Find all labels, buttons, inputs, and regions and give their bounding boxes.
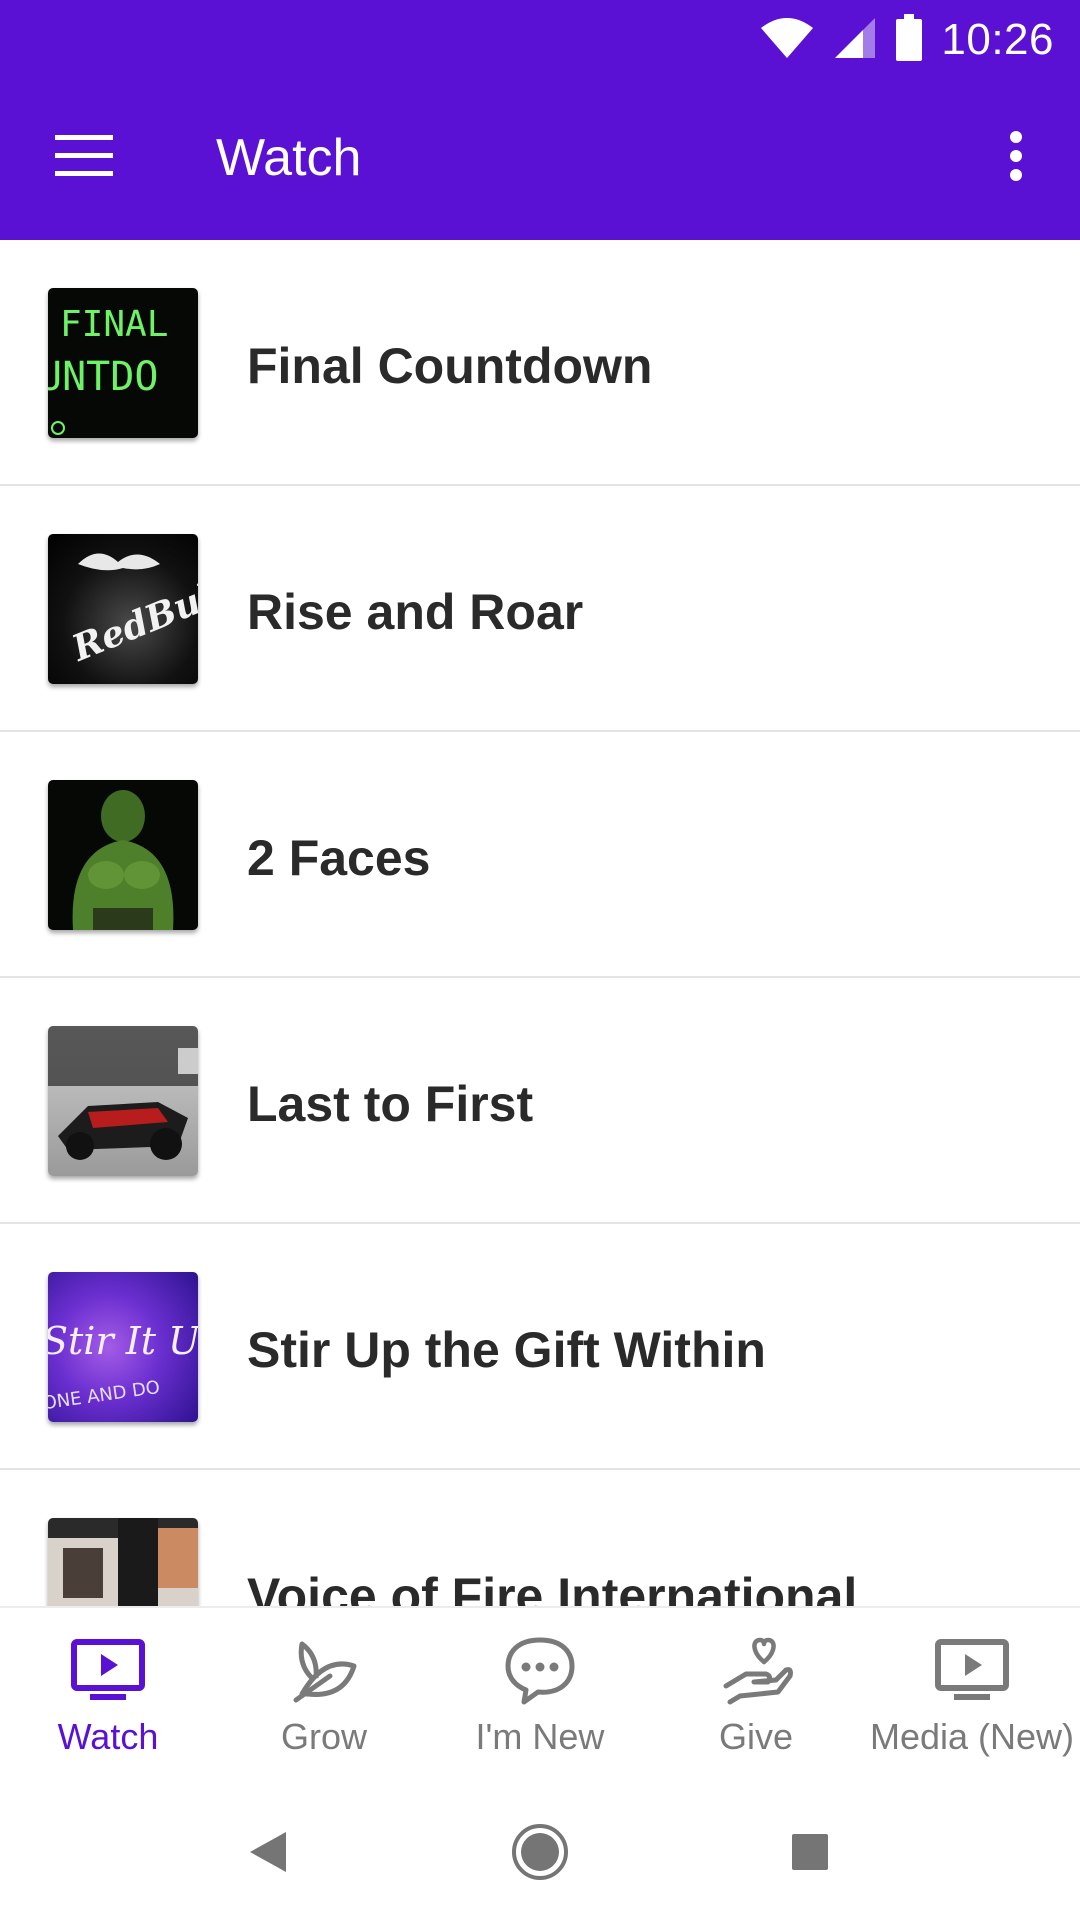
overflow-menu-button[interactable] — [986, 118, 1046, 198]
menu-button[interactable] — [46, 120, 122, 196]
battery-icon — [895, 13, 923, 67]
list-item-title: Voice of Fire International — [247, 1568, 858, 1606]
chat-bubble-icon — [500, 1636, 580, 1706]
thumb-text-line-1: Stir It UP — [48, 1319, 198, 1363]
list-item-final-countdown[interactable]: FINAL UNTDO Final Countdown — [0, 240, 1080, 486]
nav-label: Give — [718, 1716, 794, 1757]
thumbnail-rise-and-roar: RedBull — [48, 534, 198, 684]
system-navigation-bar — [0, 1788, 1080, 1920]
back-button[interactable] — [228, 1814, 308, 1894]
list-item-rise-and-roar[interactable]: RedBull Rise and Roar — [0, 486, 1080, 732]
thumb-text: RedBull — [65, 570, 198, 670]
hand-heart-icon — [716, 1636, 796, 1706]
cellular-signal-icon — [833, 16, 877, 65]
list-item-title: Final Countdown — [247, 338, 653, 394]
list-item-2-faces[interactable]: 2 Faces — [0, 732, 1080, 978]
home-button[interactable] — [500, 1814, 580, 1894]
thumbnail-2-faces — [48, 780, 198, 930]
recents-button[interactable] — [770, 1814, 850, 1894]
nav-tab-watch[interactable]: Watch — [0, 1608, 216, 1790]
list-item-voice-of-fire[interactable]: Voice of Fire International — [0, 1470, 1080, 1606]
status-icons: 10:26 — [759, 10, 1054, 70]
back-triangle-icon — [246, 1828, 290, 1881]
app-bar: Watch — [0, 78, 1080, 240]
nav-label: Grow — [280, 1716, 367, 1757]
tv-play-icon — [68, 1636, 148, 1706]
list-item-title: 2 Faces — [247, 830, 431, 886]
nav-label: Watch — [57, 1716, 159, 1757]
tv-play-icon — [932, 1636, 1012, 1706]
recents-square-icon — [790, 1832, 830, 1877]
status-bar: 10:26 — [0, 0, 1080, 78]
nav-tab-give[interactable]: Give — [648, 1608, 864, 1790]
watch-list: FINAL UNTDO Final Countdown RedBull Rise… — [0, 240, 1080, 1606]
list-item-last-to-first[interactable]: Last to First — [0, 978, 1080, 1224]
list-item-title: Rise and Roar — [247, 584, 584, 640]
thumbnail-stir-up: Stir It UP ONE AND DO — [48, 1272, 198, 1422]
thumbnail-voice-of-fire — [48, 1518, 198, 1606]
bottom-navigation: Watch Grow I'm New Give Media (New) — [0, 1606, 1080, 1790]
thumb-text-line-2: ONE AND DO — [48, 1377, 161, 1414]
list-item-title: Stir Up the Gift Within — [247, 1322, 766, 1378]
thumb-text-line-1: FINAL — [60, 304, 168, 345]
thumbnail-final-countdown: FINAL UNTDO — [48, 288, 198, 438]
thumbnail-last-to-first — [48, 1026, 198, 1176]
nav-tab-grow[interactable]: Grow — [216, 1608, 432, 1790]
nav-label: Media (New) — [869, 1716, 1075, 1757]
nav-tab-media-new[interactable]: Media (New) — [864, 1608, 1080, 1790]
list-item-stir-up-the-gift-within[interactable]: Stir It UP ONE AND DO Stir Up the Gift W… — [0, 1224, 1080, 1470]
status-time: 10:26 — [941, 15, 1054, 64]
thumb-text-line-2: UNTDO — [48, 354, 158, 400]
home-circle-icon — [510, 1822, 570, 1887]
hamburger-menu-icon — [55, 134, 113, 182]
nav-tab-im-new[interactable]: I'm New — [432, 1608, 648, 1790]
more-vert-icon — [1008, 130, 1024, 187]
nav-label: I'm New — [475, 1716, 605, 1757]
leaf-icon — [284, 1636, 364, 1706]
page-title: Watch — [216, 129, 362, 187]
list-item-title: Last to First — [247, 1076, 534, 1132]
wifi-icon — [759, 16, 815, 65]
